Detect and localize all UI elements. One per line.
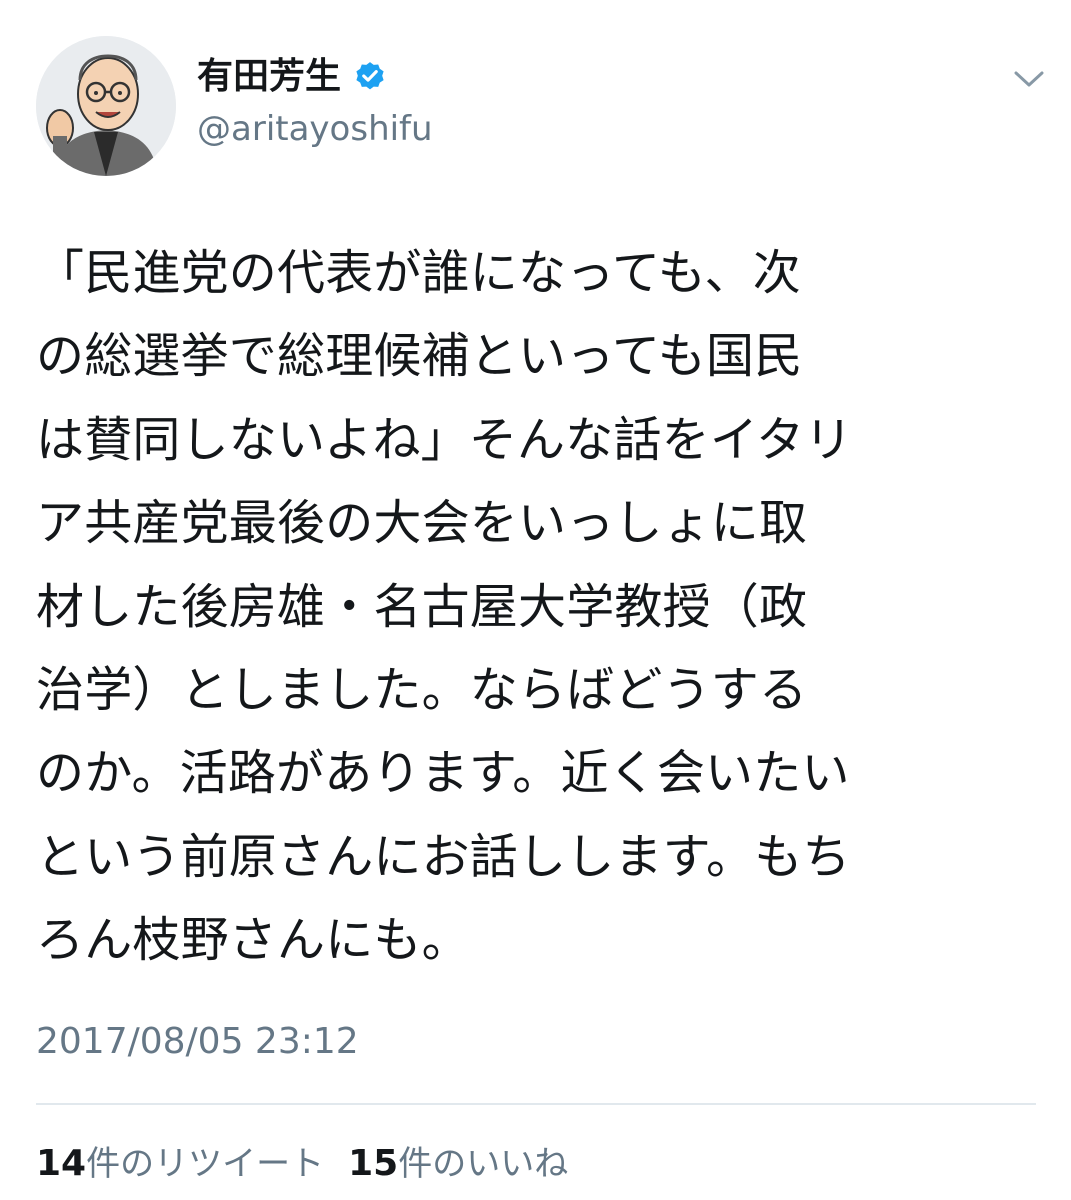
tweet-text-line: という前原さんにお話しします。もち (36, 828, 851, 885)
tweet-text-line: 材した後房雄・名古屋大学教授（政 (36, 578, 808, 635)
tweet-text-line: の総選挙で総理候補といっても国民 (36, 328, 803, 385)
tweet-text-line: ア共産党最後の大会をいっしょに取 (36, 495, 808, 552)
tweet-text-line: のか。活路があります。近く会いたい (36, 745, 850, 802)
display-name[interactable]: 有田芳生 (197, 52, 341, 102)
tweet-text-line: 治学）としました。ならばどうする (36, 661, 808, 718)
tweet-text: 「民進党の代表が誰になっても、次 の総選挙で総理候補といっても国民 は賛同しない… (36, 232, 1036, 983)
retweet-count: 14 (36, 1143, 87, 1184)
verified-badge-icon (356, 62, 384, 90)
divider (36, 1103, 1036, 1105)
tweet-timestamp[interactable]: 2017/08/05 23:12 (36, 1018, 359, 1066)
like-label: 件のいいね (398, 1144, 569, 1184)
user-handle[interactable]: @aritayoshifu (197, 106, 433, 152)
author-header[interactable]: 有田芳生 (197, 52, 387, 102)
tweet-stats: 14 件のリツイート 15 件のいいね (36, 1136, 592, 1186)
tweet-text-line: ろん枝野さんにも。 (36, 912, 470, 969)
avatar-illustration (36, 36, 176, 176)
retweet-label: 件のリツイート (86, 1144, 325, 1184)
like-stat[interactable]: 15 件のいいね (348, 1136, 568, 1185)
avatar[interactable] (36, 36, 176, 176)
tweet-text-line: は賛同しないよね」そんな話をイタリ (36, 411, 853, 468)
like-count: 15 (348, 1143, 399, 1184)
tweet-card: 有田芳生 @aritayoshifu 「民進党の代表が誰になっても、次 の総選挙… (0, 0, 1071, 1200)
tweet-text-line: 「民進党の代表が誰になっても、次 (36, 245, 801, 301)
retweet-stat[interactable]: 14 件のリツイート (36, 1136, 324, 1185)
chevron-down-icon[interactable] (1010, 64, 1048, 94)
